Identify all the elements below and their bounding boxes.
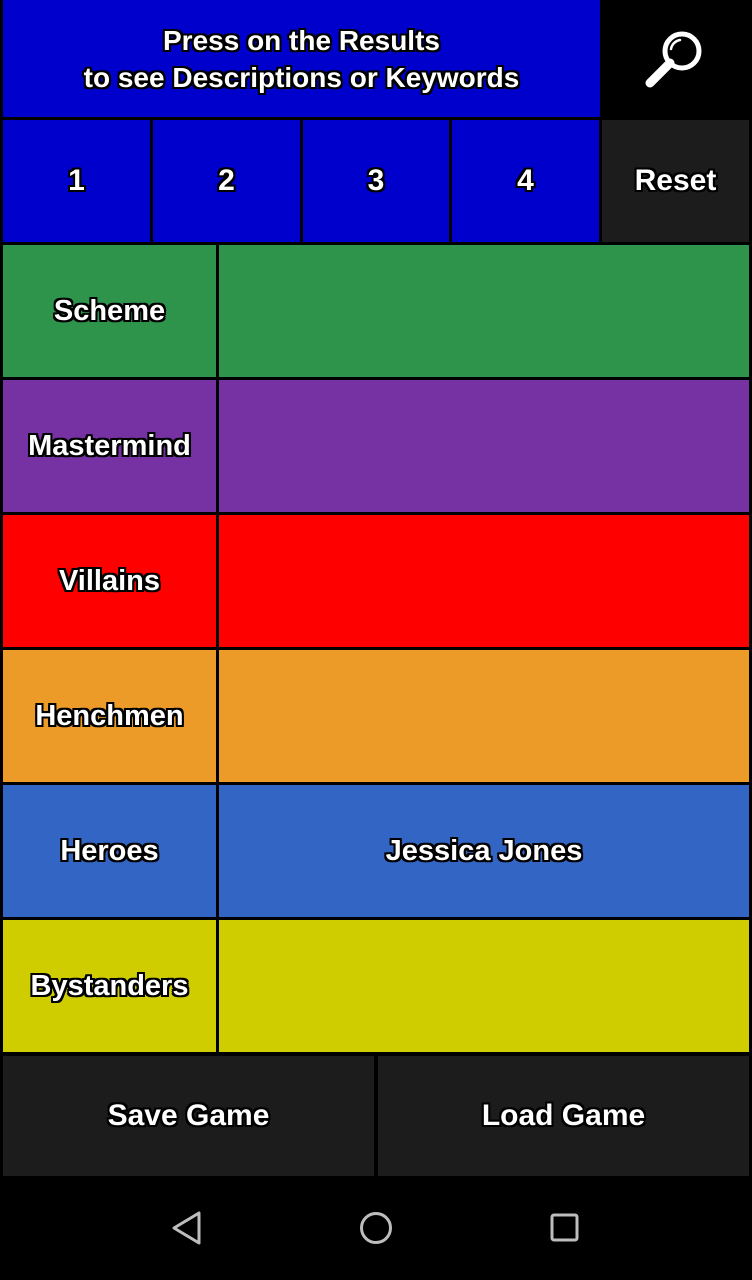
bystanders-label: Bystanders	[30, 969, 189, 1002]
heroes-label: Heroes	[60, 834, 159, 867]
scheme-label-button[interactable]: Scheme	[3, 245, 216, 377]
mastermind-result[interactable]	[219, 380, 749, 512]
heroes-result-text: Jessica Jones	[385, 834, 583, 867]
reset-label: Reset	[634, 164, 717, 197]
player-1-button[interactable]: 1	[3, 120, 150, 242]
villains-label: Villains	[58, 564, 161, 597]
heroes-label-button[interactable]: Heroes	[3, 785, 216, 917]
nav-back-button[interactable]	[158, 1198, 218, 1258]
player-4-button[interactable]: 4	[452, 120, 599, 242]
henchmen-label: Henchmen	[35, 699, 184, 732]
player-4-label: 4	[517, 164, 534, 197]
back-triangle-icon	[172, 1211, 201, 1245]
magnifier-icon	[645, 31, 702, 87]
instructions-line-1: Press on the Results	[163, 24, 440, 56]
villains-label-button[interactable]: Villains	[3, 515, 216, 647]
load-game-button[interactable]: Load Game	[378, 1056, 749, 1176]
category-row-bystanders: Bystanders	[0, 920, 752, 1052]
player-count-row: 1 2 3 4 Reset	[0, 120, 752, 242]
player-1-label: 1	[68, 164, 85, 197]
reset-button[interactable]: Reset	[602, 120, 749, 242]
category-row-heroes: Heroes Jessica Jones	[0, 785, 752, 917]
save-game-button[interactable]: Save Game	[3, 1056, 374, 1176]
player-3-label: 3	[367, 164, 385, 197]
mastermind-label-button[interactable]: Mastermind	[3, 380, 216, 512]
player-3-button[interactable]: 3	[303, 120, 449, 242]
category-row-scheme: Scheme	[0, 245, 752, 377]
villains-result[interactable]	[219, 515, 749, 647]
instructions-header: Press on the Results to see Descriptions…	[3, 0, 600, 117]
henchmen-result[interactable]	[219, 650, 749, 782]
app-root: Press on the Results to see Descriptions…	[0, 0, 752, 1280]
henchmen-label-button[interactable]: Henchmen	[3, 650, 216, 782]
bystanders-result[interactable]	[219, 920, 749, 1052]
player-2-button[interactable]: 2	[153, 120, 300, 242]
recents-square-icon	[550, 1213, 579, 1242]
nav-home-button[interactable]	[346, 1198, 406, 1258]
instructions-line-2: to see Descriptions or Keywords	[83, 61, 520, 93]
system-navigation-bar	[0, 1176, 752, 1280]
nav-recents-button[interactable]	[534, 1198, 594, 1258]
mastermind-label: Mastermind	[28, 429, 191, 462]
load-game-label: Load Game	[481, 1099, 646, 1132]
home-circle-icon	[360, 1212, 392, 1244]
heroes-result[interactable]: Jessica Jones	[219, 785, 749, 917]
save-game-label: Save Game	[107, 1099, 270, 1132]
category-row-mastermind: Mastermind	[0, 380, 752, 512]
category-row-villains: Villains	[0, 515, 752, 647]
category-row-henchmen: Henchmen	[0, 650, 752, 782]
player-2-label: 2	[218, 164, 235, 197]
scheme-result[interactable]	[219, 245, 749, 377]
search-button[interactable]	[600, 0, 752, 117]
bystanders-label-button[interactable]: Bystanders	[3, 920, 216, 1052]
scheme-label: Scheme	[53, 294, 166, 327]
